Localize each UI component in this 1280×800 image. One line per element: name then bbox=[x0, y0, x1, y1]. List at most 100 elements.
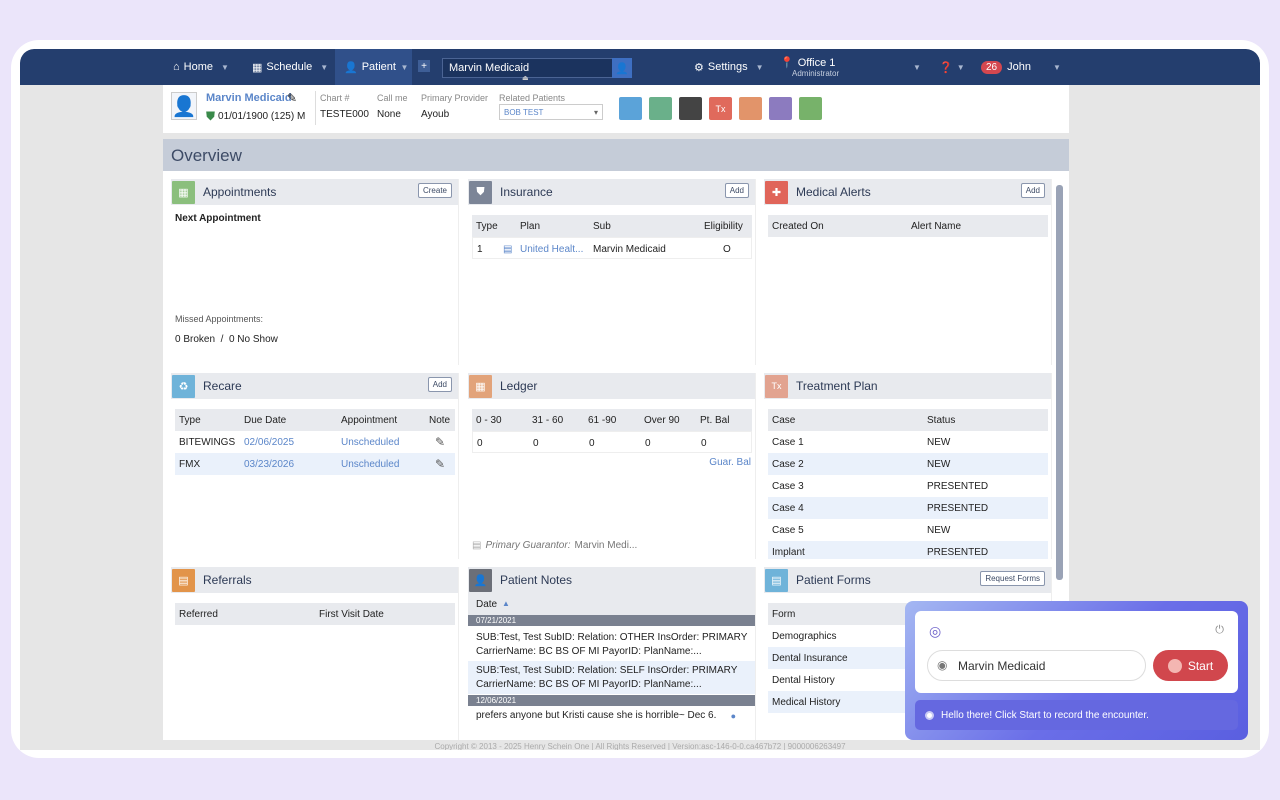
home-icon: ⌂ bbox=[173, 61, 180, 73]
note-edit-icon[interactable]: ✎ bbox=[435, 457, 445, 471]
note-item[interactable]: SUB:Test, Test SubID: Relation: SELF Ins… bbox=[468, 661, 755, 694]
user-menu[interactable]: 26 John ▼ bbox=[981, 49, 1061, 85]
col-0-30: 0 - 30 bbox=[476, 415, 502, 426]
chevron-down-icon: ▼ bbox=[221, 62, 229, 72]
add-patient-button[interactable]: + bbox=[418, 60, 430, 72]
nav-schedule[interactable]: ▦ Schedule ▼ bbox=[252, 49, 328, 85]
chevron-down-icon: ▼ bbox=[1052, 62, 1061, 72]
table-header[interactable]: Date ▲ bbox=[468, 593, 755, 615]
request-forms-button[interactable]: Request Forms bbox=[980, 571, 1045, 586]
primary-guarantor: ▤ Primary Guarantor: Marvin Medi... bbox=[472, 540, 637, 551]
power-icon[interactable]: ⏻ bbox=[1215, 624, 1224, 637]
patient-name[interactable]: Marvin Medicaid bbox=[206, 92, 292, 104]
cell-appt[interactable]: Unscheduled bbox=[341, 437, 399, 448]
guarantor-label: Primary Guarantor: bbox=[485, 540, 571, 551]
table-row[interactable]: Case 2 NEW bbox=[768, 453, 1048, 475]
referral-icon: ▤ bbox=[172, 568, 195, 592]
table-header: Type Plan Sub Eligibility bbox=[472, 215, 752, 237]
cell-appt[interactable]: Unscheduled bbox=[341, 459, 399, 470]
cell-form: Medical History bbox=[772, 697, 841, 708]
guarantor-balance-link[interactable]: Guar. Bal bbox=[709, 457, 751, 468]
table-row[interactable]: FMX 03/23/2026 Unscheduled ✎ bbox=[175, 453, 455, 475]
nav-patient[interactable]: 👤 Patient bbox=[335, 49, 397, 85]
patient-name-field[interactable]: ◉ Marvin Medicaid bbox=[927, 650, 1146, 681]
nav-office[interactable]: 📍 Office 1 Administrator bbox=[780, 49, 920, 85]
cell: 0 bbox=[533, 438, 539, 449]
add-recare-button[interactable]: Add bbox=[427, 377, 452, 392]
cell-case: Implant bbox=[772, 547, 805, 558]
chevron-down-icon: ▼ bbox=[913, 62, 921, 72]
provider-value: Ayoub bbox=[421, 109, 450, 120]
note-item[interactable]: prefers anyone but Kristi cause she is h… bbox=[468, 709, 755, 725]
treatment-plan-card: Tx Treatment Plan Case Status Case 1 NEW Cas… bbox=[764, 373, 1052, 559]
table-header: Created On Alert Name bbox=[768, 215, 1048, 237]
expand-icon[interactable]: ⏏ bbox=[522, 73, 529, 83]
nav-home[interactable]: ⌂ Home ▼ bbox=[173, 49, 229, 85]
cell-due[interactable]: 03/23/2026 bbox=[244, 459, 294, 470]
help-menu[interactable]: ❓ ▼ bbox=[939, 49, 965, 85]
col-first-visit: First Visit Date bbox=[319, 609, 384, 620]
tooth-icon[interactable] bbox=[619, 97, 642, 120]
pin-icon: ● bbox=[730, 711, 736, 721]
note-edit-icon[interactable]: ✎ bbox=[435, 435, 445, 449]
table-row[interactable]: Case 5 NEW bbox=[768, 519, 1048, 541]
col-pt-bal: Pt. Bal bbox=[700, 415, 730, 426]
film-icon[interactable] bbox=[679, 97, 702, 120]
patient-search-input[interactable]: Marvin Medicaid bbox=[442, 58, 632, 78]
plan-link[interactable]: United Healt... bbox=[520, 244, 583, 255]
cell: 0 bbox=[645, 438, 651, 449]
cell-due[interactable]: 02/06/2025 bbox=[244, 437, 294, 448]
nav-settings[interactable]: ⚙ Settings ▼ bbox=[694, 49, 764, 85]
start-recording-button[interactable]: Start bbox=[1153, 650, 1228, 681]
office-dropdown[interactable]: ▼ bbox=[905, 49, 921, 85]
table-row[interactable]: Case 3 PRESENTED bbox=[768, 475, 1048, 497]
note-item[interactable]: SUB:Test, Test SubID: Relation: OTHER In… bbox=[468, 628, 755, 661]
shield-icon: ⛊ bbox=[469, 180, 492, 204]
notification-badge[interactable]: 26 bbox=[981, 60, 1003, 74]
add-insurance-button[interactable]: Add bbox=[724, 183, 749, 198]
card-title: Recare bbox=[203, 379, 242, 393]
patient-search-button[interactable]: 👤 bbox=[612, 58, 632, 78]
card-header: ✚ Medical Alerts Add bbox=[764, 179, 1051, 205]
widget-panel: ◎ ⏻ ◉ Marvin Medicaid Start bbox=[915, 611, 1238, 693]
provider-label: Primary Provider bbox=[421, 93, 489, 103]
table-row[interactable]: Implant PRESENTED bbox=[768, 541, 1048, 559]
forms-icon[interactable] bbox=[769, 97, 792, 120]
document-icon: ▤ bbox=[472, 540, 482, 551]
chart-field: Chart # TESTE000 bbox=[320, 93, 369, 120]
edit-pencil-icon[interactable]: ✎ bbox=[287, 91, 297, 105]
tx-icon[interactable]: Tx bbox=[709, 97, 732, 120]
table-row[interactable]: BITEWINGS 02/06/2025 Unscheduled ✎ bbox=[175, 431, 455, 453]
create-appointment-button[interactable]: Create bbox=[417, 183, 452, 198]
sort-asc-icon[interactable]: ▲ bbox=[502, 599, 510, 608]
missed-label: Missed Appointments: bbox=[175, 314, 264, 324]
related-patients-select[interactable]: BOB TEST ▾ bbox=[499, 104, 603, 120]
patient-dropdown-button[interactable]: ▼ bbox=[397, 49, 412, 85]
card-title: Insurance bbox=[500, 185, 553, 199]
calendar-icon[interactable] bbox=[799, 97, 822, 120]
table-row[interactable]: 1 ▤ United Healt... Marvin Medicaid O bbox=[472, 237, 752, 259]
col-date: Date bbox=[476, 599, 498, 610]
card-title: Medical Alerts bbox=[796, 185, 871, 199]
user-circle-icon: ◉ bbox=[937, 658, 948, 672]
assistant-logo-icon: ◎ bbox=[929, 623, 942, 639]
ledger-icon[interactable] bbox=[739, 97, 762, 120]
table-row[interactable]: Case 1 NEW bbox=[768, 431, 1048, 453]
table-header: Type Due Date Appointment Note bbox=[175, 409, 455, 431]
image-icon[interactable] bbox=[649, 97, 672, 120]
shield-icon: ⛊ bbox=[206, 109, 216, 123]
cell: 0 bbox=[701, 438, 707, 449]
insurance-card: ⛊ Insurance Add Type Plan Sub Eligibility 1 ▤ U… bbox=[468, 179, 756, 365]
card-header: ♻ Recare Add bbox=[171, 373, 458, 399]
col-type: Type bbox=[179, 415, 201, 426]
scrollbar[interactable] bbox=[1056, 185, 1063, 580]
add-alert-button[interactable]: Add bbox=[1020, 183, 1045, 198]
table-row: 0 0 0 0 0 bbox=[472, 431, 752, 453]
col-due-date: Due Date bbox=[244, 415, 287, 426]
card-title: Referrals bbox=[203, 573, 252, 587]
person-icon: 👤 bbox=[344, 61, 358, 74]
note-date: 12/06/2021 bbox=[468, 695, 755, 706]
cell-form: Dental History bbox=[772, 675, 835, 686]
table-row[interactable]: Case 4 PRESENTED bbox=[768, 497, 1048, 519]
col-created-on: Created On bbox=[772, 221, 824, 232]
